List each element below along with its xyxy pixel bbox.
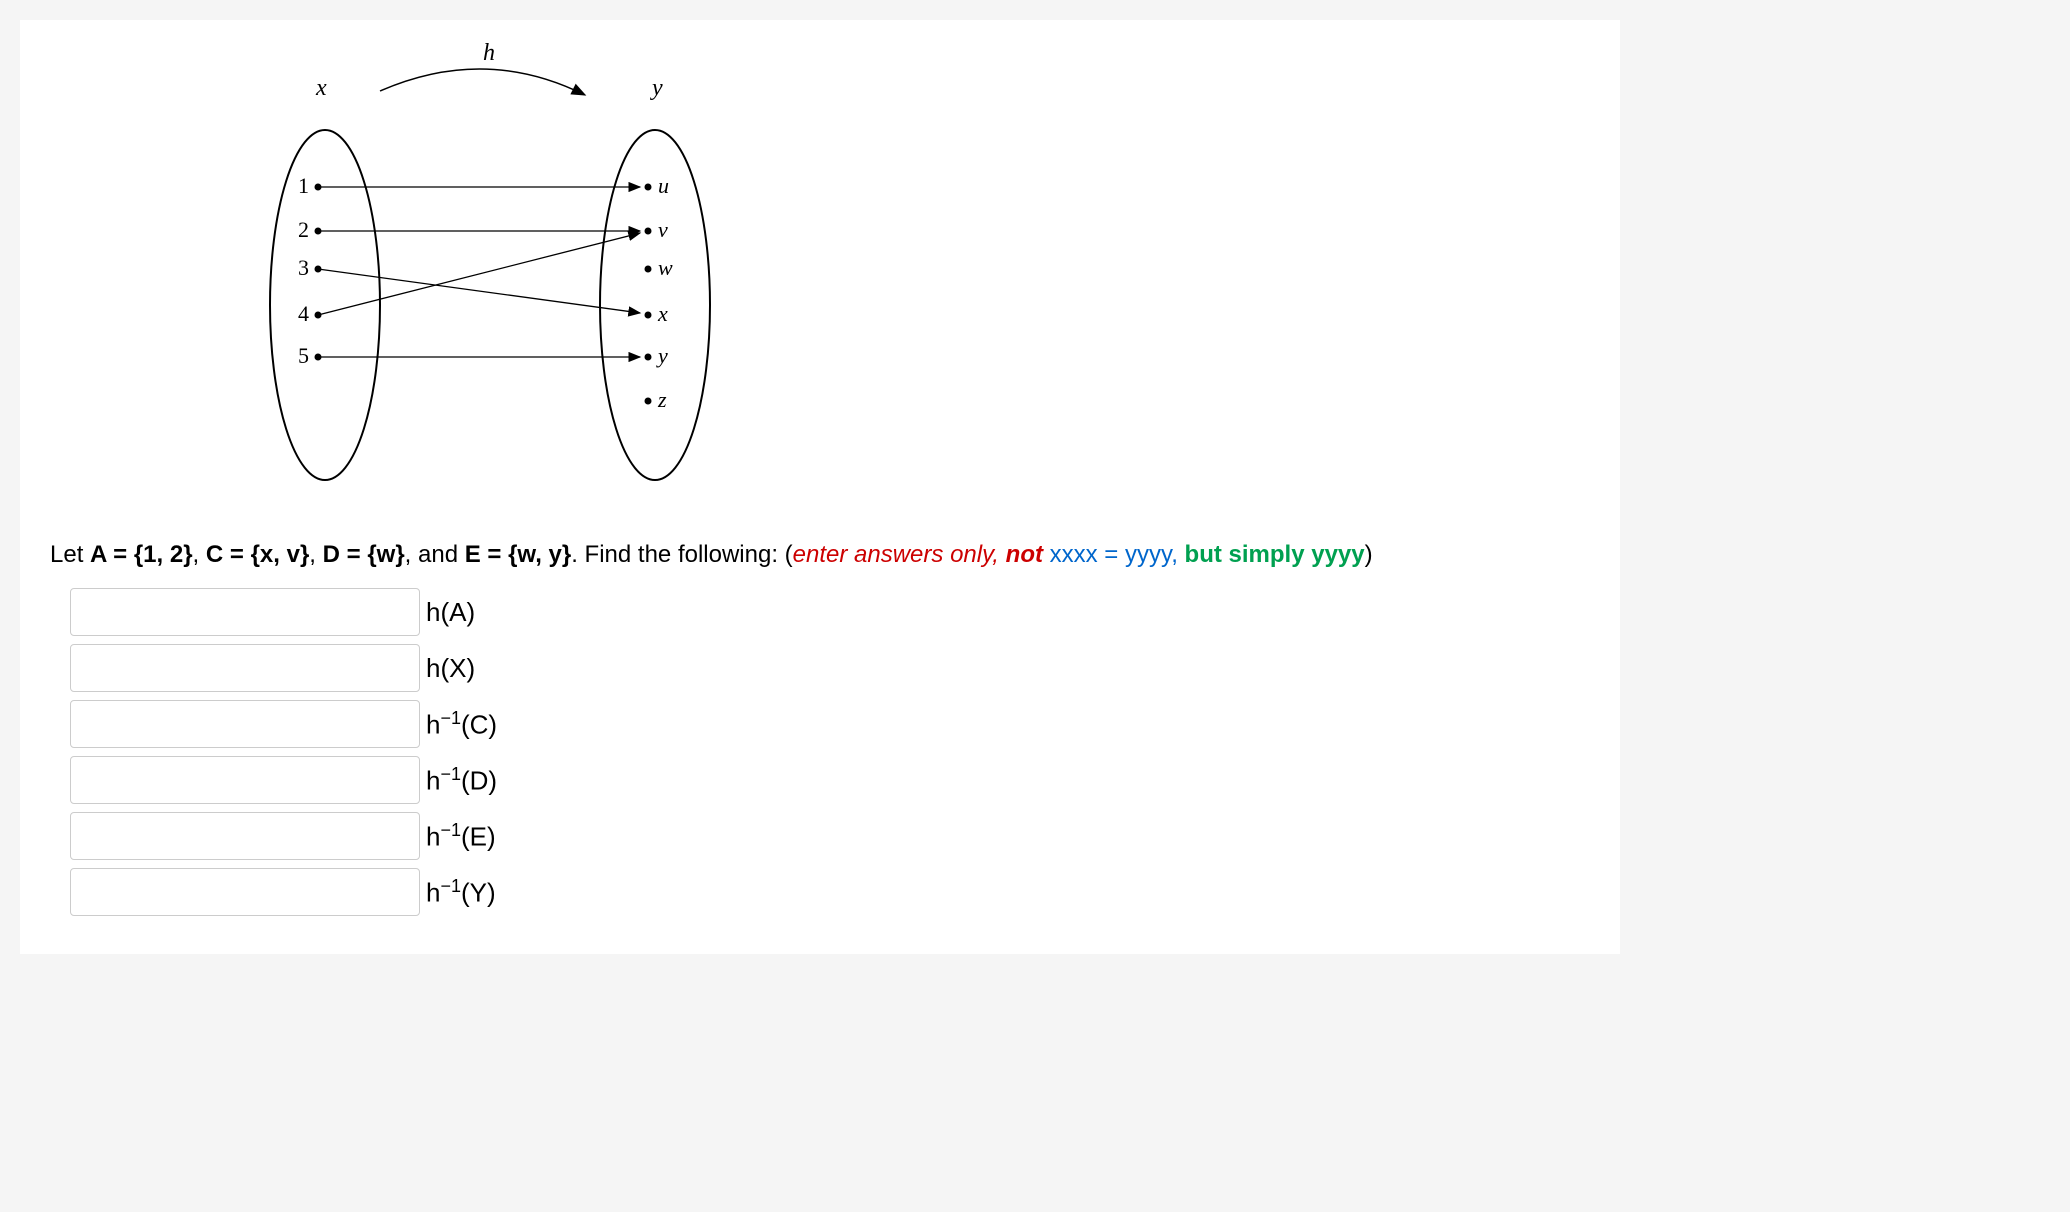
answer-row: h−1(D) xyxy=(70,756,1590,804)
answer-row: h(X) xyxy=(70,644,1590,692)
question-lead: Let xyxy=(50,541,90,568)
set-A: A = {1, 2} xyxy=(90,541,193,568)
domain-element: 2 xyxy=(298,217,309,242)
domain-ellipse xyxy=(270,130,380,480)
domain-element: 5 xyxy=(298,343,309,368)
codomain-element: y xyxy=(656,343,668,368)
content-wrapper: h x y 1 2 3 4 5 u v xyxy=(20,20,1620,954)
question-text: Let A = {1, 2}, C = {x, v}, D = {w}, and… xyxy=(50,537,1590,573)
answer-input-hinvC[interactable] xyxy=(70,700,420,748)
codomain-element: v xyxy=(658,217,668,242)
answer-label: h−1(Y) xyxy=(426,876,496,909)
answer-row: h−1(C) xyxy=(70,700,1590,748)
set-E: E = {w, y} xyxy=(465,541,572,568)
set-C: C = {x, v} xyxy=(206,541,309,568)
codomain-ellipse xyxy=(600,130,710,480)
set-D: D = {w} xyxy=(323,541,405,568)
answer-label: h(A) xyxy=(426,597,475,628)
answer-label: h−1(D) xyxy=(426,764,497,797)
answer-row: h(A) xyxy=(70,588,1590,636)
answer-input-hinvE[interactable] xyxy=(70,812,420,860)
mapping-arrow xyxy=(318,269,640,313)
codomain-element: x xyxy=(657,301,668,326)
domain-element: 1 xyxy=(298,173,309,198)
answer-row: h−1(Y) xyxy=(70,868,1590,916)
hint-blue: xxxx = yyyy, xyxy=(1043,541,1185,568)
answer-input-hX[interactable] xyxy=(70,644,420,692)
domain-element: 3 xyxy=(298,255,309,280)
answer-label: h−1(C) xyxy=(426,708,497,741)
answer-input-hA[interactable] xyxy=(70,588,420,636)
hint-text: enter answers only, xyxy=(793,541,1006,568)
answer-label: h−1(E) xyxy=(426,820,496,853)
function-label: h xyxy=(483,40,495,66)
codomain-element: w xyxy=(658,255,673,280)
function-arrow xyxy=(380,69,585,95)
codomain-element: u xyxy=(658,173,669,198)
hint-not: not xyxy=(1006,541,1043,568)
function-diagram: h x y 1 2 3 4 5 u v xyxy=(250,35,1590,512)
codomain-label: y xyxy=(650,75,663,101)
answer-input-hinvY[interactable] xyxy=(70,868,420,916)
answer-input-hinvD[interactable] xyxy=(70,756,420,804)
mapping-arrow xyxy=(318,233,640,315)
answer-label: h(X) xyxy=(426,653,475,684)
answer-row: h−1(E) xyxy=(70,812,1590,860)
domain-label: x xyxy=(315,75,327,101)
codomain-element: z xyxy=(657,387,667,412)
domain-element: 4 xyxy=(298,301,309,326)
hint-green: but simply yyyy xyxy=(1185,541,1365,568)
